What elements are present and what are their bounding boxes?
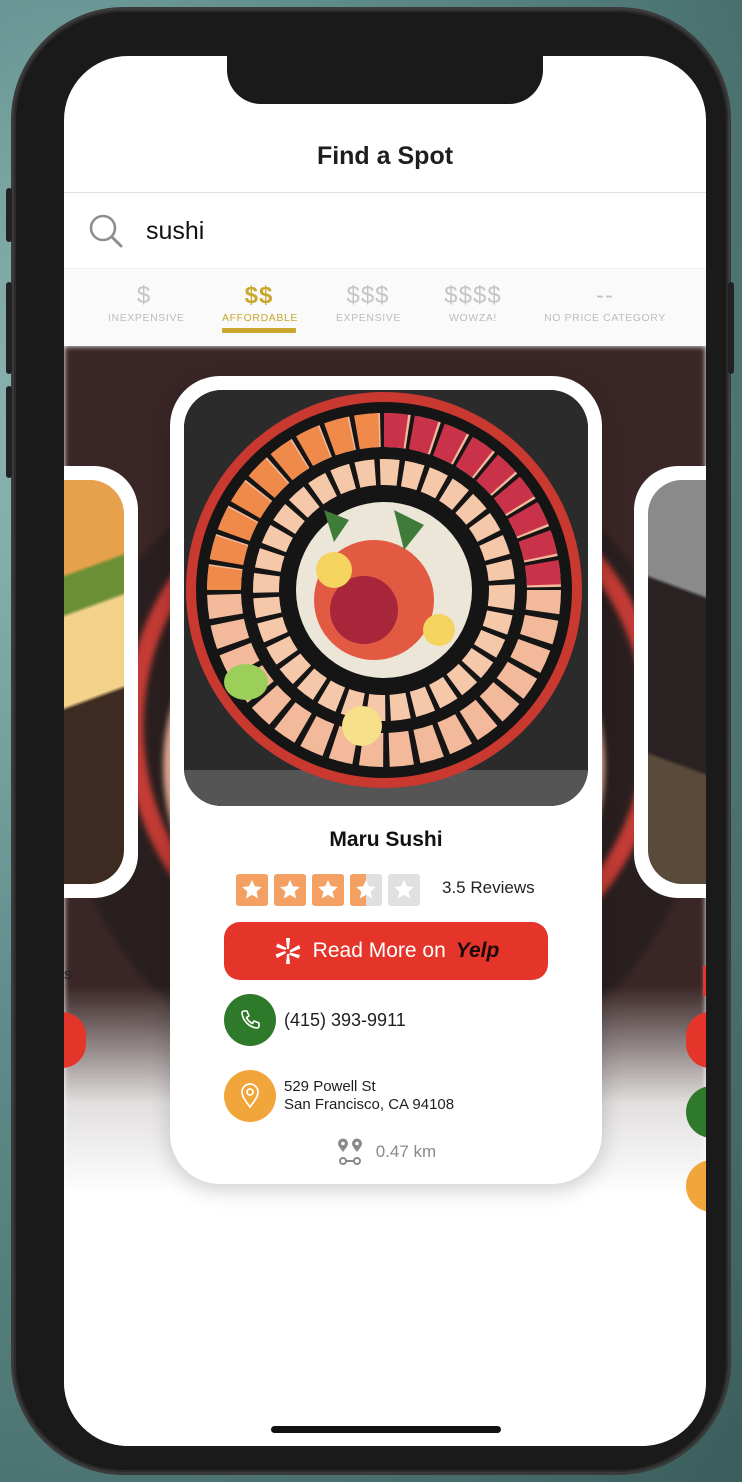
price-label: WOWZA!	[449, 312, 497, 324]
volume-up-button	[6, 282, 12, 374]
restaurant-photo	[648, 480, 706, 884]
search-bar[interactable]	[64, 193, 706, 269]
restaurant-card[interactable]: Maru Sushi 3.5 Reviews Read More on Yelp	[170, 376, 602, 1184]
phone-button[interactable]	[224, 994, 276, 1046]
screen: Find a Spot $ INEXPENSIVE $$ AFFORDABLE …	[64, 56, 706, 1446]
star-icon	[236, 874, 268, 906]
location-pin-icon	[241, 1083, 259, 1109]
read-more-yelp-button[interactable]: Read More on Yelp	[224, 922, 548, 980]
price-symbol: $	[136, 282, 152, 309]
distance-text: 0.47 km	[375, 1142, 437, 1161]
price-symbol: --	[596, 282, 614, 309]
previous-card-text: s	[64, 966, 72, 983]
notch	[227, 56, 543, 104]
sushi-platter-image	[184, 390, 588, 806]
phone-number[interactable]: (415) 393-9911	[284, 1010, 406, 1031]
star-icon	[388, 874, 420, 906]
star-icon	[350, 874, 382, 906]
distance-row: 0.47 km	[170, 1138, 602, 1166]
power-button	[728, 282, 734, 374]
yelp-brand-text: Yelp	[455, 939, 500, 962]
previous-restaurant-card[interactable]	[64, 466, 138, 898]
address-row[interactable]: 529 Powell St San Francisco, CA 94108	[224, 1070, 454, 1122]
price-symbol: $$$$	[444, 282, 502, 309]
page-title: Find a Spot	[316, 142, 454, 170]
star-icon	[312, 874, 344, 906]
search-icon[interactable]	[88, 213, 124, 249]
next-card-accent	[703, 966, 706, 996]
home-indicator[interactable]	[271, 1426, 501, 1433]
mute-switch	[6, 188, 12, 242]
yelp-button-label: Read More on	[312, 939, 446, 962]
volume-down-button	[6, 386, 12, 478]
address-line-2: San Francisco, CA 94108	[284, 1096, 455, 1113]
price-label: NO PRICE CATEGORY	[544, 312, 666, 324]
price-filter-no-category[interactable]: -- NO PRICE CATEGORY	[544, 282, 666, 324]
price-filter-expensive[interactable]: $$$ EXPENSIVE	[336, 282, 400, 324]
price-filter-affordable[interactable]: $$ AFFORDABLE	[222, 282, 299, 333]
price-filter-wowza[interactable]: $$$$ WOWZA!	[440, 282, 506, 324]
phone-icon	[241, 1010, 260, 1029]
price-filter-bar: $ INEXPENSIVE $$ AFFORDABLE $$$ EXPENSIV…	[64, 270, 706, 346]
next-restaurant-card[interactable]	[634, 466, 706, 898]
restaurant-photo	[184, 390, 588, 806]
location-button[interactable]	[224, 1070, 276, 1122]
star-icon	[274, 874, 306, 906]
yelp-burst-icon	[275, 938, 301, 964]
address[interactable]: 529 Powell St San Francisco, CA 94108	[284, 1078, 454, 1114]
restaurant-name: Maru Sushi	[329, 828, 443, 851]
route-pins-icon	[337, 1138, 362, 1165]
restaurant-photo	[64, 480, 124, 884]
star-rating	[236, 874, 420, 906]
price-label: EXPENSIVE	[336, 312, 401, 324]
price-symbol: $$$	[346, 282, 390, 309]
address-line-1: 529 Powell St	[284, 1078, 376, 1095]
phone-frame: Find a Spot $ INEXPENSIVE $$ AFFORDABLE …	[6, 10, 734, 1472]
price-symbol: $$	[244, 282, 274, 309]
price-label: INEXPENSIVE	[108, 312, 185, 324]
price-filter-inexpensive[interactable]: $ INEXPENSIVE	[108, 282, 185, 324]
rating-text: 3.5 Reviews	[442, 878, 535, 897]
price-label: AFFORDABLE	[222, 312, 299, 324]
search-input[interactable]	[146, 211, 666, 251]
phone-row[interactable]: (415) 393-9911	[224, 994, 406, 1046]
active-tab-indicator	[222, 328, 296, 333]
bottom-white-area	[64, 1246, 706, 1446]
